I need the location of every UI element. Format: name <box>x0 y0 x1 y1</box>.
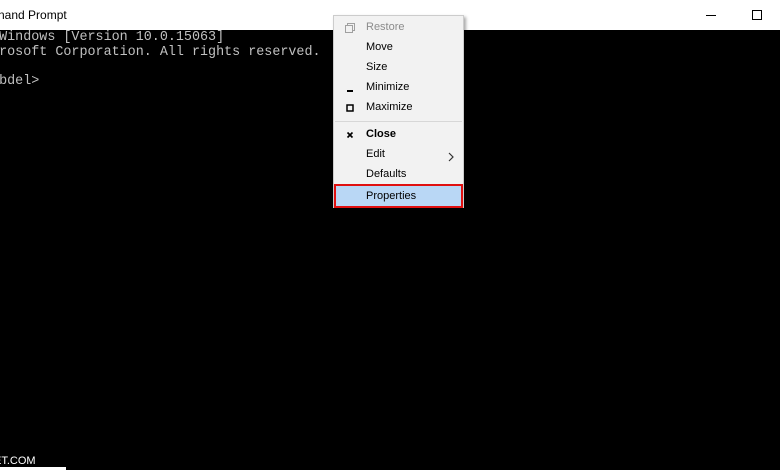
menu-item-move[interactable]: Move <box>334 38 463 58</box>
console-line: Microsoft Corporation. All rights reserv… <box>0 45 321 60</box>
menu-item-size[interactable]: Size <box>334 58 463 78</box>
menu-item-label: Size <box>366 61 388 73</box>
menu-item-label: Restore <box>366 21 405 33</box>
window-title: nand Prompt <box>0 8 67 22</box>
watermark-text: ET.COM <box>0 455 36 467</box>
minimize-icon <box>344 82 356 94</box>
console-line: ft Windows [Version 10.0.15063] <box>0 30 225 45</box>
menu-item-label: Defaults <box>366 168 407 180</box>
menu-item-label: Minimize <box>366 81 410 93</box>
menu-item-restore[interactable]: Restore <box>334 18 463 38</box>
maximize-icon <box>344 102 356 114</box>
menu-item-edit[interactable]: Edit <box>334 145 463 165</box>
menu-item-label: Move <box>366 41 393 53</box>
system-menu: Restore Move Size Minimize Maximize Clos… <box>333 15 464 208</box>
menu-item-label: Maximize <box>366 101 413 113</box>
menu-item-defaults[interactable]: Defaults <box>334 165 463 185</box>
menu-item-label: Properties <box>366 190 417 202</box>
console-prompt: s\abdel> <box>0 74 40 89</box>
menu-item-label: Edit <box>366 148 385 160</box>
restore-icon <box>344 22 356 34</box>
menu-item-minimize[interactable]: Minimize <box>334 78 463 98</box>
close-icon <box>344 129 356 141</box>
menu-item-properties[interactable]: Properties <box>334 184 463 208</box>
menu-separator <box>335 121 462 122</box>
minimize-window-button[interactable] <box>688 0 734 30</box>
maximize-window-button[interactable] <box>734 0 780 30</box>
maximize-icon <box>752 10 762 20</box>
menu-item-label: Close <box>366 128 396 140</box>
minimize-icon <box>706 15 716 16</box>
menu-item-close[interactable]: Close <box>334 125 463 145</box>
menu-item-maximize[interactable]: Maximize <box>334 98 463 118</box>
